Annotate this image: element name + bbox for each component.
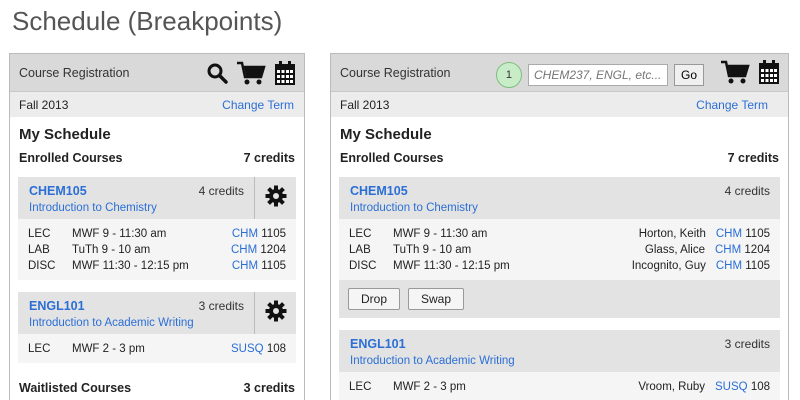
swap-button[interactable]: Swap [408,288,465,310]
page-title: Schedule (Breakpoints) [12,6,283,36]
change-term-link[interactable]: Change Term [696,98,768,112]
meeting-row: LAB TuTh 9 - 10 am Glass, Alice CHM 1204 [349,244,770,256]
gear-icon [265,300,287,327]
course-search: 1 Go [495,61,704,88]
building-link[interactable]: CHM [232,228,258,240]
building-link[interactable]: CHM [716,228,742,240]
term-label: Fall 2013 [340,97,390,112]
instructor-name: Horton, Keith [638,228,706,240]
change-term-link[interactable]: Change Term [222,98,294,112]
go-button[interactable]: Go [673,63,704,86]
meeting-row: LAB TuTh 9 - 10 am CHM 1204 [28,244,286,256]
course-actions: Drop Swap [339,280,780,318]
course-card: ENGL101 Introduction to Academic Writing… [18,292,296,363]
course-settings-button[interactable] [254,177,296,219]
building-link[interactable]: CHM [716,260,742,272]
course-credits: 3 credits [724,337,770,351]
course-code[interactable]: CHEM105 [29,184,285,198]
course-code[interactable]: CHEM105 [350,184,769,198]
search-input[interactable] [527,63,668,86]
course-card: CHEM105 Introduction to Chemistry 4 cred… [18,177,296,280]
gear-icon [265,185,287,212]
meeting-row: DISC MWF 11:30 - 12:15 pm CHM 1105 [28,260,286,272]
enrolled-label: Enrolled Courses [340,151,444,165]
calendar-icon[interactable] [274,60,296,91]
term-bar: Fall 2013 Change Term [331,92,788,117]
course-credits: 3 credits [198,299,244,313]
instructor-name: Incognito, Guy [631,260,706,272]
waitlisted-label: Waitlisted Courses [19,381,132,395]
drop-button[interactable]: Drop [348,288,401,310]
course-credits: 4 credits [198,184,244,198]
panel-header: Course Registration [10,54,304,92]
building-link[interactable]: CHM [715,244,741,256]
enrolled-credits: 7 credits [727,151,779,165]
course-code[interactable]: ENGL101 [29,299,285,313]
course-card: CHEM105 Introduction to Chemistry 4 cred… [339,177,780,318]
enrolled-credits: 7 credits [243,151,295,165]
meeting-row: DISC MWF 11:30 - 12:15 pm Incognito, Guy CH… [349,260,770,272]
calendar-icon[interactable] [758,59,780,90]
instructor-name: Glass, Alice [644,244,705,256]
cart-icon[interactable] [236,60,266,91]
course-settings-button[interactable] [254,292,296,334]
my-schedule-heading: My Schedule [340,126,432,143]
meeting-row: LEC MWF 2 - 3 pm Vroom, Ruby SUSQ 108 [349,381,770,393]
my-schedule-heading: My Schedule [19,126,111,143]
waitlisted-credits: 3 credits [243,381,295,395]
meeting-row: LEC MWF 2 - 3 pm SUSQ 108 [28,343,286,355]
waitlisted-heading: Waitlisted Courses 3 credits [10,363,304,395]
course-name[interactable]: Introduction to Academic Writing [350,355,769,367]
course-code[interactable]: ENGL101 [350,337,769,351]
header-title: Course Registration [340,65,451,80]
search-icon[interactable] [206,62,228,89]
meeting-row: LEC MWF 9 - 11:30 am CHM 1105 [28,228,286,240]
course-card: ENGL101 Introduction to Academic Writing… [339,330,780,400]
schedule-panel-wide: Course Registration 1 Go Fall 2013 Chang… [330,53,789,400]
enrolled-heading: Enrolled Courses 7 credits [10,143,304,165]
building-link[interactable]: SUSQ [715,381,748,393]
enrolled-heading: Enrolled Courses 7 credits [331,143,788,165]
course-name[interactable]: Introduction to Chemistry [350,202,769,214]
term-bar: Fall 2013 Change Term [10,92,304,117]
building-link[interactable]: CHM [231,244,257,256]
building-link[interactable]: CHM [232,260,258,272]
panel-header: Course Registration 1 Go [331,54,788,92]
building-link[interactable]: SUSQ [231,343,264,355]
course-credits: 4 credits [724,184,770,198]
instructor-name: Vroom, Ruby [638,381,706,393]
enrolled-label: Enrolled Courses [19,151,123,165]
meeting-row: LEC MWF 9 - 11:30 am Horton, Keith CHM 1105 [349,228,770,240]
course-name[interactable]: Introduction to Chemistry [29,202,285,214]
header-title: Course Registration [19,65,130,80]
cart-icon[interactable] [720,59,750,90]
schedule-panel-narrow: Course Registration Fall 2013 Change Ter… [9,53,305,400]
term-label: Fall 2013 [19,97,69,112]
course-name[interactable]: Introduction to Academic Writing [29,317,285,329]
breakpoint-badge: 1 [495,61,522,88]
